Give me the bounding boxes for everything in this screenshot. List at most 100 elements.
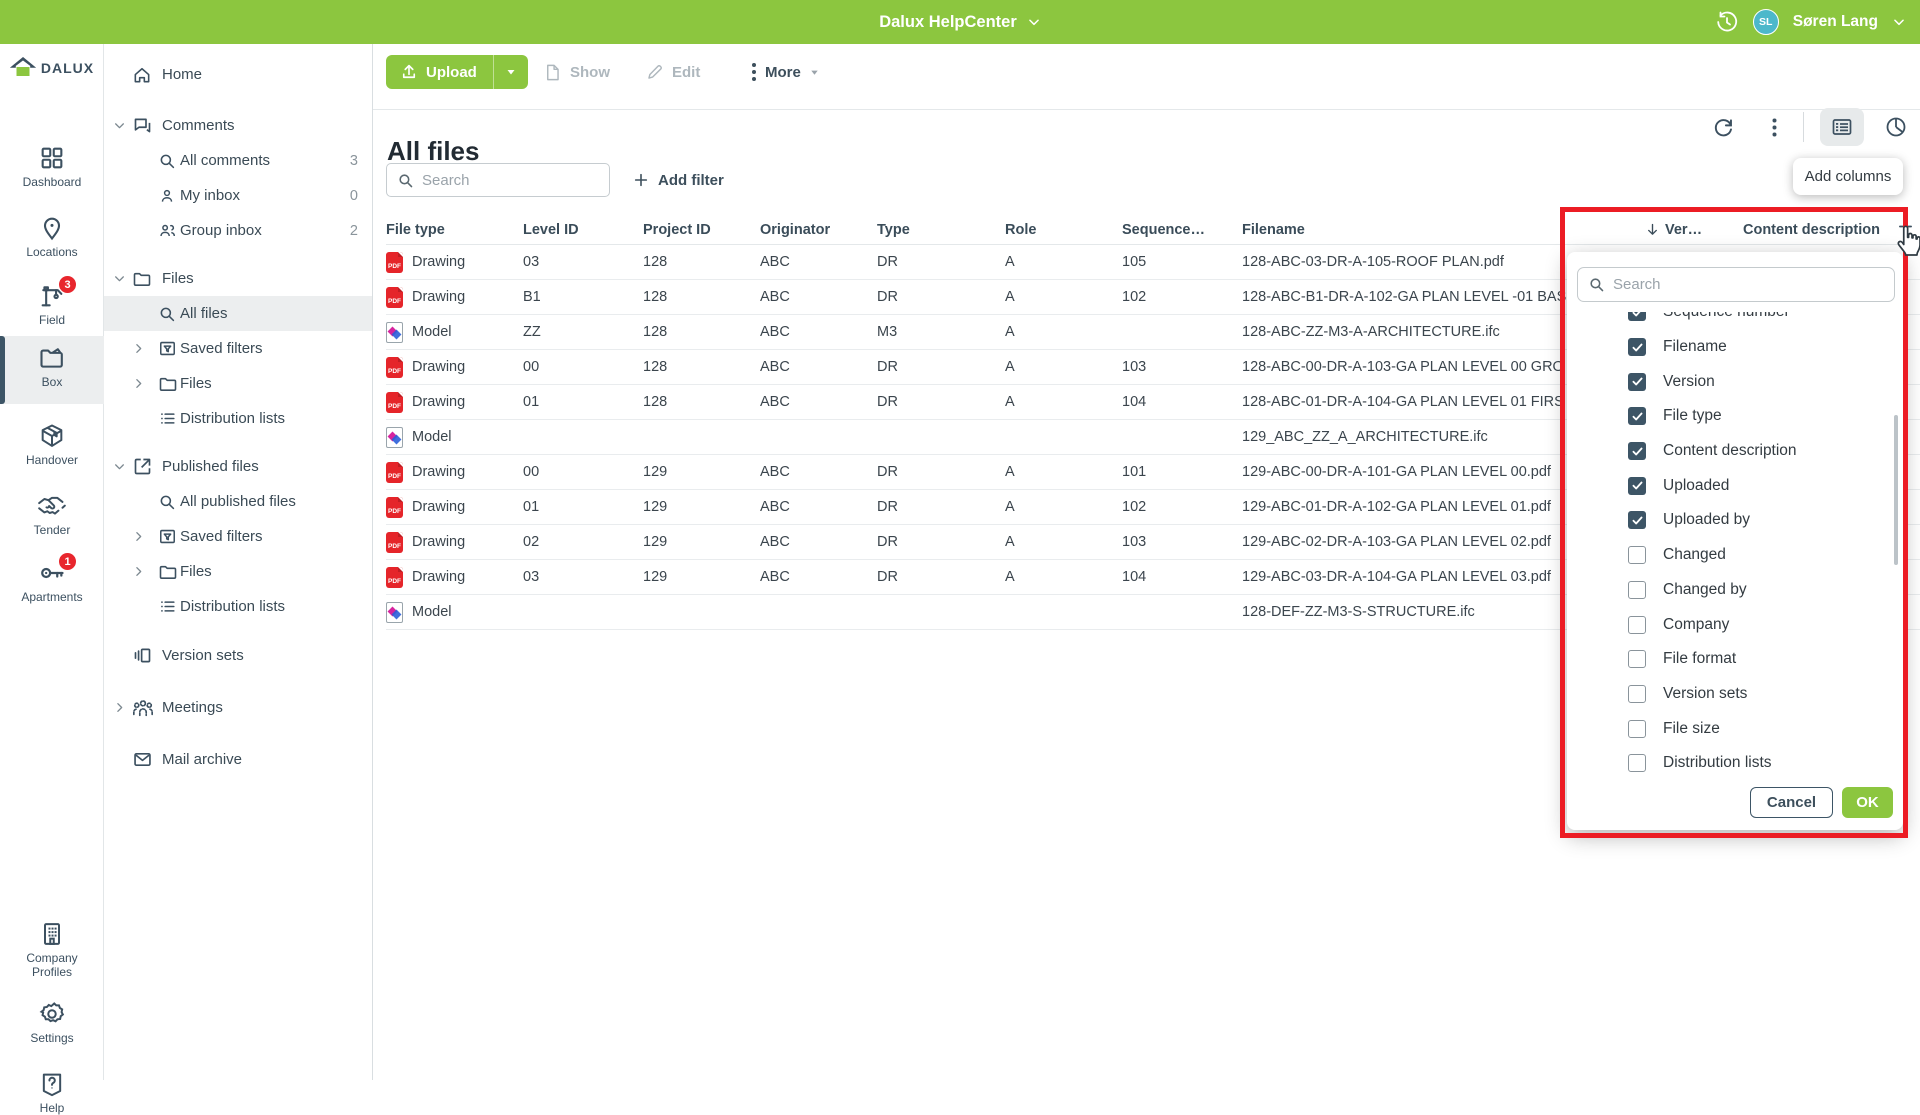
nav-item-distribution-lists[interactable]: Distribution lists: [104, 589, 372, 624]
nav-item-mail-archive[interactable]: Mail archive: [104, 742, 372, 777]
column-option-uploaded[interactable]: Uploaded: [1567, 468, 1887, 503]
checkbox-checked[interactable]: [1628, 477, 1646, 495]
columns-search-input[interactable]: [1613, 276, 1884, 293]
checkbox-checked[interactable]: [1628, 511, 1646, 529]
column-header-content-description[interactable]: Content description: [1743, 222, 1893, 238]
rail-item-handover[interactable]: Handover: [0, 422, 104, 467]
column-option-version[interactable]: Version: [1567, 364, 1887, 399]
add-filter-button[interactable]: Add filter: [633, 163, 724, 197]
nav-item-meetings[interactable]: Meetings: [104, 690, 372, 725]
chevron-right-icon[interactable]: [132, 342, 145, 355]
checkbox-checked[interactable]: [1628, 338, 1646, 356]
rail-item-apartments[interactable]: 1Apartments: [0, 559, 104, 604]
list-view-button[interactable]: [1820, 108, 1864, 146]
nav-item-files[interactable]: Files: [104, 554, 372, 589]
nav-item-distribution-lists[interactable]: Distribution lists: [104, 401, 372, 436]
chevron-right-icon[interactable]: [132, 565, 145, 578]
column-option-file-format[interactable]: File format: [1567, 642, 1887, 677]
project-switcher[interactable]: Dalux HelpCenter: [0, 0, 1920, 44]
column-header-file-type[interactable]: File type: [386, 222, 523, 238]
checkbox-unchecked[interactable]: [1628, 616, 1646, 634]
nav-item-group-inbox[interactable]: Group inbox2: [104, 213, 372, 248]
checkbox-checked[interactable]: [1628, 312, 1646, 321]
nav-item-published-files[interactable]: Published files: [104, 449, 372, 484]
ok-button[interactable]: OK: [1842, 787, 1893, 818]
column-header-project-id[interactable]: Project ID: [643, 222, 760, 238]
column-option-changed-by[interactable]: Changed by: [1567, 573, 1887, 608]
rail-item-settings[interactable]: Settings: [0, 1000, 104, 1045]
checkbox-unchecked[interactable]: [1628, 650, 1646, 668]
checkbox-checked[interactable]: [1628, 407, 1646, 425]
column-option-company[interactable]: Company: [1567, 607, 1887, 642]
add-columns-button[interactable]: [1897, 218, 1914, 235]
column-header-type[interactable]: Type: [877, 222, 1005, 238]
sequence-cell: 104: [1122, 569, 1242, 585]
column-option-uploaded-by[interactable]: Uploaded by: [1567, 503, 1887, 538]
column-header-label: Ver…: [1665, 222, 1702, 238]
column-header-sequence-[interactable]: Sequence…: [1122, 222, 1242, 238]
panel-scrollbar[interactable]: [1894, 415, 1898, 565]
checkbox-unchecked[interactable]: [1628, 581, 1646, 599]
chevron-right-icon[interactable]: [113, 701, 126, 714]
user-menu-chevron-icon[interactable]: [1892, 15, 1906, 29]
column-header-originator[interactable]: Originator: [760, 222, 877, 238]
upload-button[interactable]: Upload: [386, 55, 528, 89]
chart-view-button[interactable]: [1880, 108, 1912, 146]
dalux-logo[interactable]: DALUX: [0, 56, 104, 80]
column-option-version-sets[interactable]: Version sets: [1567, 677, 1887, 712]
column-option-content-description[interactable]: Content description: [1567, 434, 1887, 469]
column-option-file-type[interactable]: File type: [1567, 399, 1887, 434]
column-header-level-id[interactable]: Level ID: [523, 222, 643, 238]
refresh-button[interactable]: [1701, 108, 1745, 146]
nav-item-home[interactable]: Home: [104, 57, 372, 92]
chevron-right-icon[interactable]: [132, 530, 145, 543]
chevron-down-icon[interactable]: [113, 272, 126, 285]
more-button[interactable]: More: [751, 55, 820, 89]
chevron-down-icon[interactable]: [113, 460, 126, 473]
column-header-filename[interactable]: Filename: [1242, 222, 1645, 238]
rail-item-dashboard[interactable]: Dashboard: [0, 144, 104, 189]
nav-item-saved-filters[interactable]: Saved filters: [104, 331, 372, 366]
project-id-cell: 129: [643, 464, 760, 480]
nav-item-all-files[interactable]: All files: [104, 296, 372, 331]
edit-button[interactable]: Edit: [645, 55, 700, 89]
checkbox-unchecked[interactable]: [1628, 546, 1646, 564]
rail-item-locations[interactable]: Locations: [0, 214, 104, 259]
checkbox-checked[interactable]: [1628, 442, 1646, 460]
table-options-kebab-icon[interactable]: [1761, 108, 1787, 146]
column-header-role[interactable]: Role: [1005, 222, 1122, 238]
columns-search[interactable]: [1577, 267, 1895, 302]
column-option-changed[interactable]: Changed: [1567, 538, 1887, 573]
history-icon[interactable]: [1715, 10, 1739, 34]
cancel-button[interactable]: Cancel: [1750, 787, 1833, 818]
column-option-distribution-lists[interactable]: Distribution lists: [1567, 746, 1887, 774]
table-search[interactable]: [386, 163, 610, 197]
nav-item-files[interactable]: Files: [104, 366, 372, 401]
nav-item-version-sets[interactable]: Version sets: [104, 638, 372, 673]
checkbox-unchecked[interactable]: [1628, 754, 1646, 772]
rail-item-box[interactable]: Box: [0, 344, 104, 389]
nav-item-my-inbox[interactable]: My inbox0: [104, 178, 372, 213]
chevron-right-icon[interactable]: [132, 377, 145, 390]
column-header-ver-[interactable]: Ver…: [1645, 222, 1743, 238]
show-button[interactable]: Show: [543, 55, 610, 89]
search-input[interactable]: [422, 172, 599, 189]
upload-dropdown-button[interactable]: [493, 55, 528, 89]
nav-item-comments[interactable]: Comments: [104, 108, 372, 143]
checkbox-unchecked[interactable]: [1628, 685, 1646, 703]
nav-item-all-published-files[interactable]: All published files: [104, 484, 372, 519]
column-option-filename[interactable]: Filename: [1567, 330, 1887, 365]
column-option-sequence-number[interactable]: Sequence number: [1567, 312, 1887, 330]
checkbox-unchecked[interactable]: [1628, 720, 1646, 738]
avatar[interactable]: SL: [1753, 9, 1779, 35]
chevron-down-icon[interactable]: [113, 119, 126, 132]
column-option-file-size[interactable]: File size: [1567, 711, 1887, 746]
nav-item-saved-filters[interactable]: Saved filters: [104, 519, 372, 554]
checkbox-checked[interactable]: [1628, 373, 1646, 391]
rail-item-help[interactable]: Help: [0, 1070, 104, 1115]
nav-item-all-comments[interactable]: All comments3: [104, 143, 372, 178]
rail-item-tender[interactable]: Tender: [0, 492, 104, 537]
rail-item-field[interactable]: 3Field: [0, 282, 104, 327]
rail-item-company-profiles[interactable]: CompanyProfiles: [0, 920, 104, 979]
nav-item-files[interactable]: Files: [104, 261, 372, 296]
